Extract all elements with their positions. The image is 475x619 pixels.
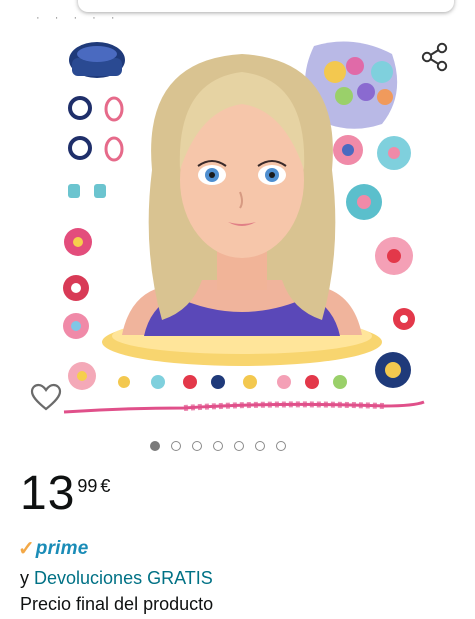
final-price-note: Precio final del producto <box>20 594 214 614</box>
returns-info: y Devoluciones GRATIS <box>20 568 213 589</box>
carousel-dot-1[interactable] <box>150 441 160 451</box>
header-fragment: · · · · · <box>36 12 121 24</box>
returns-prefix: y <box>20 568 35 588</box>
carousel-dot-2[interactable] <box>171 441 181 451</box>
carousel-dot-5[interactable] <box>234 441 244 451</box>
prime-check-icon: ✓ <box>18 538 35 560</box>
product-image[interactable] <box>52 30 432 420</box>
price-currency: € <box>100 476 111 496</box>
free-returns-link[interactable]: Devoluciones GRATIS <box>34 568 213 588</box>
carousel-dot-6[interactable] <box>255 441 265 451</box>
prime-badge: ✓ prime <box>18 536 89 561</box>
carousel-dot-7[interactable] <box>276 441 286 451</box>
search-bar-edge[interactable] <box>78 0 454 12</box>
prime-label: prime <box>35 537 89 559</box>
price: 13 99 € <box>20 470 110 518</box>
carousel-dot-3[interactable] <box>192 441 202 451</box>
carousel-dot-4[interactable] <box>213 441 223 451</box>
heart-outline-icon[interactable] <box>30 382 62 412</box>
image-carousel-dots <box>150 441 286 451</box>
price-whole: 13 <box>20 467 76 520</box>
price-fraction: 99 <box>77 476 98 496</box>
